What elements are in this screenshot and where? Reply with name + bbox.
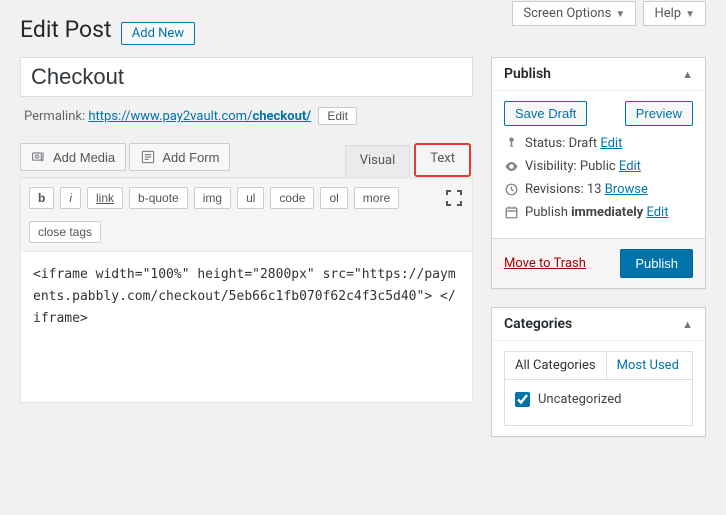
post-title-input[interactable]	[20, 57, 473, 97]
help-tab[interactable]: Help▼	[643, 1, 706, 26]
categories-box-header[interactable]: Categories▲	[492, 308, 705, 341]
toolbar-img[interactable]: img	[194, 187, 231, 209]
publish-button[interactable]: Publish	[620, 249, 693, 278]
form-icon	[140, 149, 156, 165]
schedule-edit-link[interactable]: Edit	[646, 205, 668, 220]
revisions-browse-link[interactable]: Browse	[605, 182, 648, 197]
move-to-trash-link[interactable]: Move to Trash	[504, 256, 586, 271]
revisions-icon	[504, 182, 519, 197]
eye-icon	[504, 159, 519, 174]
add-form-button[interactable]: Add Form	[129, 143, 230, 171]
camera-music-icon	[31, 149, 47, 165]
collapse-icon: ▲	[682, 68, 693, 81]
preview-button[interactable]: Preview	[625, 101, 693, 126]
categories-tab-all[interactable]: All Categories	[505, 352, 607, 379]
add-new-button[interactable]: Add New	[121, 22, 195, 45]
editor-tab-text[interactable]: Text	[414, 143, 471, 177]
screen-options-tab[interactable]: Screen Options▼	[512, 1, 636, 26]
toolbar-link[interactable]: link	[87, 187, 123, 209]
toolbar-bquote[interactable]: b-quote	[129, 187, 188, 209]
publish-box-header[interactable]: Publish▲	[492, 58, 705, 91]
pin-icon	[504, 136, 519, 151]
editor-textarea[interactable]: <iframe width="100%" height="2800px" src…	[21, 252, 472, 402]
add-media-button[interactable]: Add Media	[20, 143, 126, 171]
visibility-edit-link[interactable]: Edit	[619, 159, 641, 174]
fullscreen-icon[interactable]	[444, 188, 464, 208]
save-draft-button[interactable]: Save Draft	[504, 101, 587, 126]
permalink-row: Permalink: https://www.pay2vault.com/che…	[24, 107, 473, 125]
page-title: Edit Post	[20, 16, 112, 43]
toolbar-ul[interactable]: ul	[237, 187, 264, 209]
publish-box: Publish▲ Save Draft Preview Status: Draf…	[491, 57, 706, 289]
permalink-link[interactable]: https://www.pay2vault.com/checkout/	[88, 109, 311, 124]
toolbar-code[interactable]: code	[270, 187, 314, 209]
categories-box: Categories▲ All Categories Most Used Unc…	[491, 307, 706, 437]
toolbar-bold[interactable]: b	[29, 187, 54, 209]
permalink-edit-button[interactable]: Edit	[318, 107, 357, 125]
categories-tab-most-used[interactable]: Most Used	[607, 352, 689, 379]
editor-toolbar: b i link b-quote img ul code ol more clo…	[21, 178, 472, 252]
category-checkbox[interactable]	[515, 392, 530, 407]
toolbar-ol[interactable]: ol	[320, 187, 347, 209]
category-item-uncategorized[interactable]: Uncategorized	[515, 392, 682, 407]
toolbar-italic[interactable]: i	[60, 187, 81, 209]
toolbar-close-tags[interactable]: close tags	[29, 221, 101, 243]
status-edit-link[interactable]: Edit	[600, 136, 622, 151]
collapse-icon: ▲	[682, 318, 693, 331]
editor-tab-visual[interactable]: Visual	[345, 145, 411, 177]
toolbar-more[interactable]: more	[354, 187, 399, 209]
calendar-icon	[504, 205, 519, 220]
